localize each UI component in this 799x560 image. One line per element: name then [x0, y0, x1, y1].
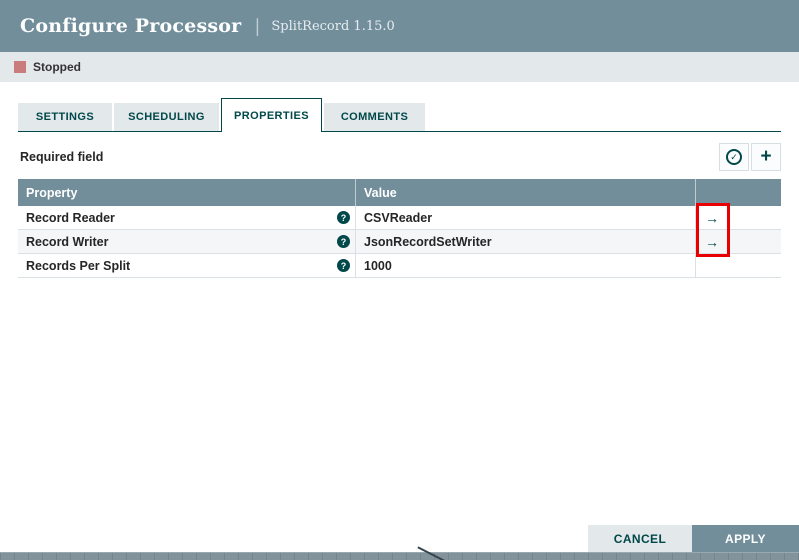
help-icon[interactable]: ? [337, 235, 350, 248]
tab-comments[interactable]: COMMENTS [324, 103, 425, 131]
tab-properties[interactable]: PROPERTIES [221, 98, 322, 132]
required-field-label: Required field [20, 150, 103, 164]
column-header-property: Property [18, 179, 355, 206]
processor-name-version: SplitRecord 1.15.0 [271, 19, 394, 34]
apply-button[interactable]: APPLY [692, 525, 799, 552]
circle-check-icon: ✓ [726, 149, 742, 165]
table-row-record-reader: Record Reader ? CSVReader → [18, 206, 781, 230]
goto-service-arrow-icon[interactable]: → [705, 235, 719, 249]
plus-icon: + [760, 147, 771, 166]
property-name: Records Per Split ? [18, 254, 355, 277]
arrow-cell: → [695, 206, 781, 229]
property-value[interactable]: JsonRecordSetWriter [355, 230, 695, 253]
title-separator: | [254, 16, 260, 37]
add-property-button[interactable]: + [751, 143, 781, 171]
stopped-status-icon [14, 61, 26, 73]
properties-table: Property Value Record Reader ? CSVReader… [18, 179, 781, 278]
table-row-record-writer: Record Writer ? JsonRecordSetWriter → [18, 230, 781, 254]
verify-properties-button[interactable]: ✓ [719, 143, 749, 171]
property-value[interactable]: 1000 [355, 254, 695, 277]
status-label: Stopped [33, 60, 81, 74]
tab-comments-label: COMMENTS [341, 111, 408, 123]
table-header: Property Value [18, 179, 781, 206]
tab-scheduling-label: SCHEDULING [128, 111, 205, 123]
dialog-title: Configure Processor [20, 15, 241, 37]
cancel-button[interactable]: CANCEL [588, 525, 692, 552]
tab-properties-label: PROPERTIES [234, 110, 309, 122]
dialog-header: Configure Processor | SplitRecord 1.15.0 [0, 0, 799, 52]
help-icon[interactable]: ? [337, 211, 350, 224]
nifi-canvas-strip [0, 552, 799, 560]
column-header-value: Value [355, 179, 695, 206]
table-row-records-per-split: Records Per Split ? 1000 [18, 254, 781, 278]
tab-settings[interactable]: SETTINGS [18, 103, 112, 131]
configure-processor-dialog: Configure Processor | SplitRecord 1.15.0… [0, 0, 799, 560]
property-value[interactable]: CSVReader [355, 206, 695, 229]
arrow-cell [695, 254, 781, 277]
property-name: Record Reader ? [18, 206, 355, 229]
tab-scheduling[interactable]: SCHEDULING [114, 103, 219, 131]
tab-bar: SETTINGS SCHEDULING PROPERTIES COMMENTS [18, 99, 781, 132]
properties-actions: ✓ + [719, 143, 781, 171]
status-bar: Stopped [0, 52, 799, 82]
help-icon[interactable]: ? [337, 259, 350, 272]
property-name: Record Writer ? [18, 230, 355, 253]
arrow-cell: → [695, 230, 781, 253]
tab-settings-label: SETTINGS [36, 111, 94, 123]
column-header-extra [695, 179, 781, 206]
goto-service-arrow-icon[interactable]: → [705, 211, 719, 225]
